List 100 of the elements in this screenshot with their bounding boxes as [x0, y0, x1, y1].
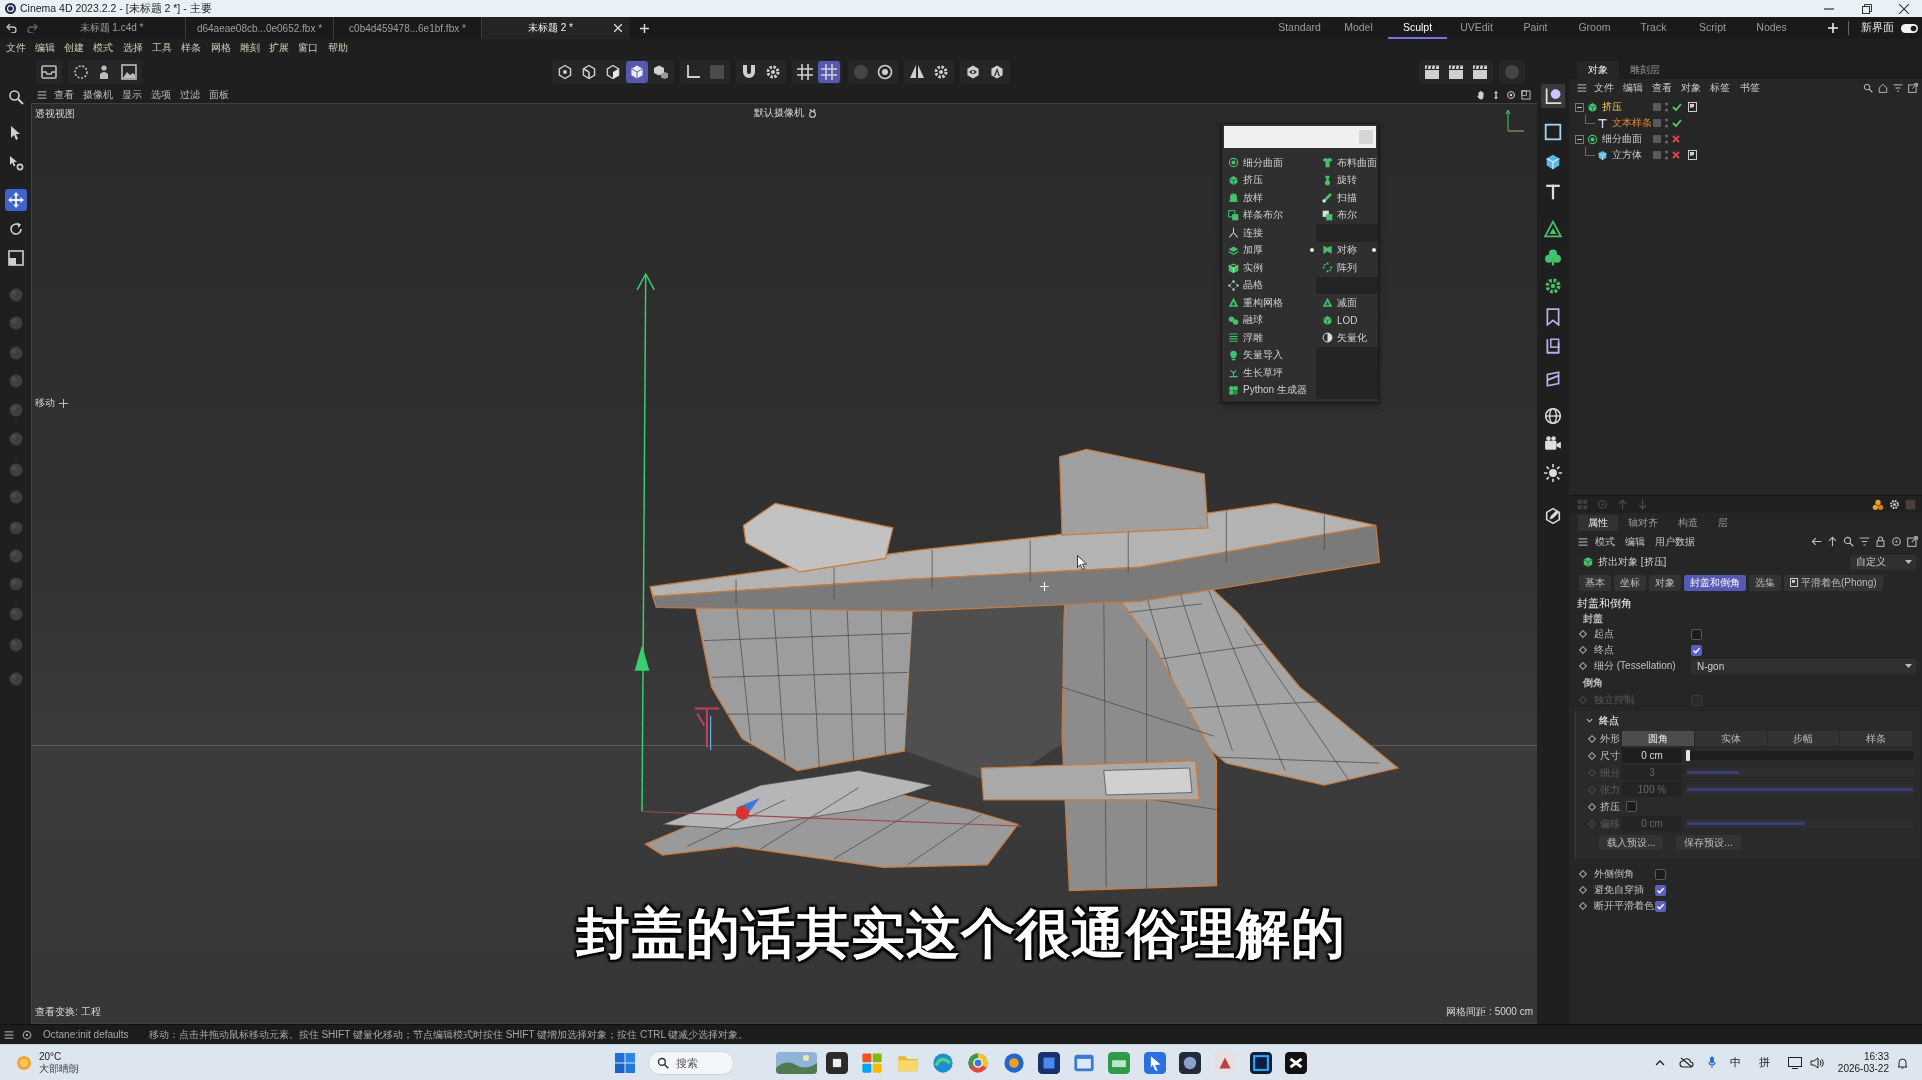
menu-item[interactable]: 模式 — [1590, 534, 1620, 549]
collapse-icon[interactable] — [1575, 134, 1584, 144]
symmetry-icon[interactable] — [908, 63, 925, 80]
menu-item[interactable]: 选项 — [146, 87, 175, 102]
search-field[interactable]: 搜索 — [648, 1050, 735, 1075]
input-language[interactable]: 中 — [1729, 1055, 1741, 1070]
monitor-icon[interactable] — [1787, 1056, 1802, 1069]
grid-icon[interactable] — [817, 60, 840, 83]
plus-icon[interactable] — [640, 23, 649, 33]
ring-icon[interactable] — [1891, 536, 1902, 547]
slider-handle[interactable] — [1686, 750, 1690, 761]
section-tab[interactable]: 基本 — [1579, 574, 1611, 591]
section-tab[interactable]: 平滑着色(Phong) — [1784, 574, 1883, 591]
menu-icon[interactable] — [37, 89, 47, 100]
menu-item[interactable]: 标签 — [1705, 81, 1735, 95]
lock-icon[interactable] — [1875, 536, 1886, 547]
spheres-icon[interactable] — [1872, 498, 1884, 511]
text-icon[interactable] — [1544, 183, 1562, 201]
cog-icon[interactable] — [1544, 277, 1562, 295]
swatch-icon[interactable] — [1653, 103, 1661, 111]
menu-item[interactable]: LOD — [1316, 311, 1378, 329]
object-name[interactable]: 立方体 — [1612, 148, 1642, 162]
twist-icon[interactable] — [1544, 370, 1562, 388]
menu-item[interactable]: 雕刻 — [235, 41, 265, 55]
slider-track[interactable] — [1686, 751, 1914, 760]
dropdown[interactable]: 自定义 — [1850, 554, 1916, 570]
checkbox[interactable] — [1691, 644, 1702, 656]
section-tab[interactable]: 选集 — [1749, 574, 1781, 591]
chevron-up-icon[interactable] — [1654, 1059, 1665, 1066]
face-cube-icon[interactable] — [604, 63, 621, 80]
layout-tab[interactable]: Nodes — [1742, 17, 1801, 39]
light-icon[interactable] — [1544, 464, 1562, 482]
two-dots-icon[interactable] — [1665, 118, 1668, 128]
tiles-icon[interactable] — [1577, 499, 1589, 510]
menu-item[interactable]: 书签 — [1734, 81, 1765, 95]
hexagon-icon[interactable] — [988, 63, 1005, 80]
menu-item[interactable]: 实例 — [1222, 259, 1316, 277]
search-icon[interactable] — [1863, 83, 1873, 93]
toggle-switch[interactable] — [1901, 23, 1918, 33]
search-field[interactable] — [1224, 126, 1376, 148]
layout-tab[interactable]: Track — [1624, 17, 1683, 39]
layout-tab[interactable]: Standard — [1270, 17, 1329, 39]
rotate-icon[interactable] — [7, 221, 24, 237]
checkbox[interactable] — [1655, 868, 1666, 880]
panel-tab[interactable]: 轴对齐 — [1618, 514, 1668, 531]
dotted-circle-icon[interactable] — [73, 63, 89, 80]
pointer-gear-icon[interactable] — [7, 155, 24, 171]
preset-button[interactable]: 载入预设... — [1599, 835, 1664, 850]
swatch-icon[interactable] — [1653, 119, 1661, 127]
zoom-icon[interactable] — [7, 89, 24, 105]
input-mode[interactable]: 拼 — [1758, 1055, 1770, 1070]
menu-item[interactable]: 扫描 — [1316, 189, 1378, 207]
menu-item[interactable]: 显示 — [117, 87, 146, 102]
menu-item[interactable]: 网格 — [205, 41, 236, 55]
object-axis-icon[interactable] — [1540, 83, 1566, 109]
menu-item[interactable]: 编辑 — [1618, 81, 1648, 95]
grid-icon[interactable] — [796, 63, 813, 80]
bracket-icon[interactable] — [1544, 337, 1562, 355]
axis-corner-icon[interactable] — [684, 63, 701, 80]
menu-item[interactable]: 减面 — [1316, 294, 1378, 312]
menu-item[interactable]: 布料曲面 — [1316, 154, 1378, 172]
tag-icon[interactable] — [1688, 150, 1697, 160]
object-name[interactable]: 细分曲面 — [1602, 132, 1642, 146]
clapperboard-icon[interactable] — [1448, 63, 1464, 80]
ring-circle-icon[interactable] — [967, 1051, 990, 1074]
menu-item[interactable]: 放样 — [1222, 189, 1316, 207]
segment-button[interactable]: 实体 — [1694, 731, 1767, 746]
edit-icon[interactable] — [1544, 507, 1562, 525]
scale-icon[interactable] — [7, 250, 24, 266]
cube-icon[interactable] — [625, 60, 648, 83]
square-outline-icon[interactable] — [1544, 123, 1562, 141]
menu-item[interactable]: 阵列 — [1316, 259, 1378, 277]
menu-item[interactable]: 矢量导入 — [1222, 346, 1316, 364]
ring-dot-icon[interactable] — [1506, 89, 1516, 100]
menu-item[interactable]: 加厚 — [1222, 241, 1316, 259]
layout-tab[interactable]: Script — [1683, 17, 1742, 39]
swatch-icon[interactable] — [1653, 135, 1661, 143]
swirl-circle-icon[interactable] — [931, 1051, 954, 1074]
pointer-tile-icon[interactable] — [1143, 1051, 1166, 1074]
menu-item[interactable]: 查看 — [1647, 81, 1677, 95]
section-tab[interactable]: 对象 — [1649, 574, 1681, 591]
solid-cube-icon[interactable] — [1544, 153, 1562, 171]
menu-item[interactable]: 过滤 — [175, 87, 204, 102]
menu-item[interactable]: 编辑 — [30, 41, 60, 55]
swatch-icon[interactable] — [1653, 151, 1661, 159]
new-window-icon[interactable] — [1908, 83, 1918, 93]
two-dots-icon[interactable] — [1665, 102, 1668, 112]
tiles-icon[interactable] — [861, 1051, 884, 1074]
section-tab[interactable]: 坐标 — [1614, 574, 1646, 591]
checkbox[interactable] — [1655, 884, 1666, 896]
collapse-icon[interactable] — [1575, 102, 1584, 112]
segment-button[interactable]: 圆角 — [1622, 731, 1694, 746]
undo-icon[interactable] — [6, 23, 18, 33]
sphere-tile-icon[interactable] — [1179, 1051, 1202, 1074]
gear-icon[interactable] — [932, 63, 949, 80]
layout-tab[interactable]: UVEdit — [1447, 17, 1506, 39]
circle-logo-icon[interactable] — [1002, 1051, 1025, 1074]
check-icon[interactable] — [1672, 103, 1682, 111]
menu-item[interactable]: 晶格 — [1222, 276, 1316, 294]
two-dots-icon[interactable] — [1665, 150, 1668, 160]
